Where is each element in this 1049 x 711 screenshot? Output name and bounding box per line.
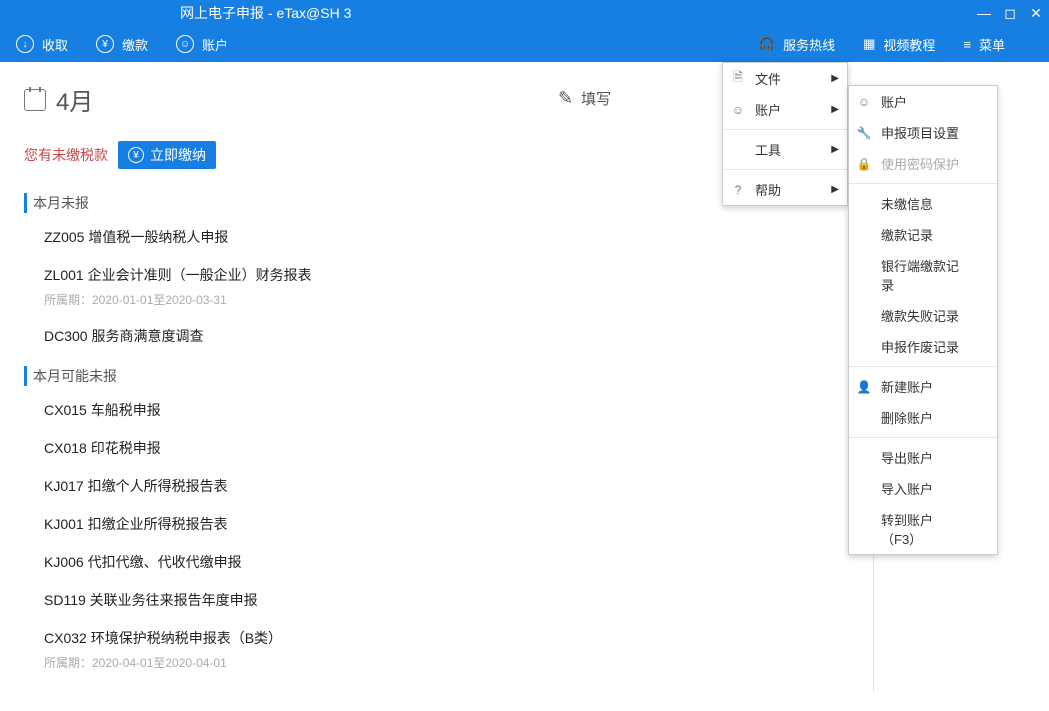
main-toolbar: ↓ 收取 ¥ 缴款 ☺ 账户 🎧 服务热线 ▦ 视频教程 ≡ 菜单 bbox=[0, 26, 1049, 62]
window-title: 网上电子申报 - eTax@SH 3 bbox=[180, 3, 351, 23]
download-icon: ↓ bbox=[16, 35, 34, 53]
close-button[interactable]: ✕ bbox=[1023, 0, 1049, 26]
submenu-import-account[interactable]: 导入账户 bbox=[849, 473, 997, 504]
item-name: KJ006 代扣代缴、代收代缴申报 bbox=[44, 552, 865, 572]
submenu-bank-record[interactable]: 银行端缴款记录 bbox=[849, 250, 997, 300]
item-name: KJ001 扣缴企业所得税报告表 bbox=[44, 514, 865, 534]
pay-label: 缴款 bbox=[122, 35, 148, 54]
menu-tools[interactable]: 工具▶ bbox=[723, 134, 847, 165]
main-menu-popup: 🗎文件▶ ☺账户▶ 工具▶ ?帮助▶ bbox=[722, 62, 848, 206]
item-name: KJ017 扣缴个人所得税报告表 bbox=[44, 476, 865, 496]
submenu-export-account[interactable]: 导出账户 bbox=[849, 442, 997, 473]
item-name: DC300 服务商满意度调查 bbox=[44, 326, 865, 346]
menu-account[interactable]: ☺账户▶ bbox=[723, 94, 847, 125]
list-item[interactable]: ZL001 企业会计准则（一般企业）财务报表所属期：2020-01-01至202… bbox=[44, 265, 865, 308]
maximize-button[interactable]: ◻ bbox=[997, 0, 1023, 26]
grid-icon: ▦ bbox=[863, 36, 875, 52]
submenu-pay-record[interactable]: 缴款记录 bbox=[849, 219, 997, 250]
pay-button[interactable]: ¥ 缴款 bbox=[96, 35, 148, 54]
submenu-new-account[interactable]: 👤新建账户 bbox=[849, 371, 997, 402]
item-name: SD119 关联业务往来报告年度申报 bbox=[44, 590, 865, 610]
submenu-unpaid[interactable]: 未缴信息 bbox=[849, 188, 997, 219]
pay-now-button[interactable]: ¥ 立即缴纳 bbox=[118, 141, 216, 169]
submenu-settings[interactable]: 🔧申报项目设置 bbox=[849, 117, 997, 148]
edit-icon: ✎ bbox=[558, 88, 573, 109]
list-item[interactable]: SD119 关联业务往来报告年度申报 bbox=[44, 590, 865, 610]
account-submenu: ☺账户 🔧申报项目设置 🔒使用密码保护 未缴信息 缴款记录 银行端缴款记录 缴款… bbox=[848, 85, 998, 555]
item-name: ZZ005 增值税一般纳税人申报 bbox=[44, 227, 865, 247]
list-item[interactable]: ZZ005 增值税一般纳税人申报 bbox=[44, 227, 865, 247]
minimize-button[interactable]: — bbox=[971, 0, 997, 26]
list-item[interactable]: CX015 车船税申报 bbox=[44, 400, 865, 420]
hotline-button[interactable]: 🎧 服务热线 bbox=[759, 35, 835, 54]
item-name: CX015 车船税申报 bbox=[44, 400, 865, 420]
section-maybe: 本月可能未报 CX015 车船税申报 CX018 印花税申报 KJ017 扣缴个人所… bbox=[24, 366, 865, 671]
item-name: CX018 印花税申报 bbox=[44, 438, 865, 458]
item-period: 所属期：2020-01-01至2020-03-31 bbox=[44, 291, 865, 308]
item-period: 所属期：2020-04-01至2020-04-01 bbox=[44, 654, 865, 671]
yen-icon: ¥ bbox=[128, 147, 144, 163]
submenu-account[interactable]: ☺账户 bbox=[849, 86, 997, 117]
hotline-label: 服务热线 bbox=[783, 35, 835, 54]
titlebar: 网上电子申报 - eTax@SH 3 — ◻ ✕ bbox=[0, 0, 1049, 26]
item-name: CX032 环境保护税纳税申报表（B类） bbox=[44, 628, 865, 648]
list-item[interactable]: KJ006 代扣代缴、代收代缴申报 bbox=[44, 552, 865, 572]
fill-label: 填写 bbox=[581, 88, 611, 109]
list-item[interactable]: CX018 印花税申报 bbox=[44, 438, 865, 458]
video-button[interactable]: ▦ 视频教程 bbox=[863, 35, 935, 54]
list-item[interactable]: DC300 服务商满意度调查 bbox=[44, 326, 865, 346]
lock-icon: 🔒 bbox=[857, 157, 871, 171]
item-name: ZL001 企业会计准则（一般企业）财务报表 bbox=[44, 265, 865, 285]
section-unreported: 本月未报 ZZ005 增值税一般纳税人申报ZL001 企业会计准则（一般企业）财… bbox=[24, 193, 865, 346]
file-icon: 🗎 bbox=[731, 72, 745, 86]
submenu-password: 🔒使用密码保护 bbox=[849, 148, 997, 179]
user-icon: ☺ bbox=[857, 95, 871, 109]
window-buttons: — ◻ ✕ bbox=[971, 0, 1049, 26]
account-button[interactable]: ☺ 账户 bbox=[176, 35, 228, 54]
headset-icon: 🎧 bbox=[759, 36, 775, 52]
yen-icon: ¥ bbox=[96, 35, 114, 53]
month-selector[interactable]: 4月 bbox=[24, 82, 93, 117]
list-item[interactable]: KJ017 扣缴个人所得税报告表 bbox=[44, 476, 865, 496]
receive-label: 收取 bbox=[42, 35, 68, 54]
list-item[interactable]: KJ001 扣缴企业所得税报告表 bbox=[44, 514, 865, 534]
wrench-icon: 🔧 bbox=[857, 126, 871, 140]
hamburger-icon: ≡ bbox=[963, 37, 971, 52]
user-icon: ☺ bbox=[176, 35, 194, 53]
fill-button[interactable]: ✎ 填写 bbox=[558, 88, 611, 109]
list-item[interactable]: CX032 环境保护税纳税申报表（B类） 所属期：2020-04-01至2020-… bbox=[44, 628, 865, 671]
menu-button[interactable]: ≡ 菜单 bbox=[963, 35, 1005, 54]
receive-button[interactable]: ↓ 收取 bbox=[16, 35, 68, 54]
video-label: 视频教程 bbox=[883, 35, 935, 54]
submenu-void-record[interactable]: 申报作废记录 bbox=[849, 331, 997, 362]
user-icon: ☺ bbox=[731, 103, 745, 117]
menu-file[interactable]: 🗎文件▶ bbox=[723, 63, 847, 94]
section-title: 本月可能未报 bbox=[24, 366, 865, 386]
help-icon: ? bbox=[731, 183, 745, 197]
menu-help[interactable]: ?帮助▶ bbox=[723, 174, 847, 205]
month-text: 4月 bbox=[56, 82, 93, 117]
submenu-fail-record[interactable]: 缴款失败记录 bbox=[849, 300, 997, 331]
account-label: 账户 bbox=[202, 35, 228, 54]
pay-now-label: 立即缴纳 bbox=[150, 145, 206, 165]
user-plus-icon: 👤 bbox=[857, 380, 871, 394]
submenu-del-account[interactable]: 删除账户 bbox=[849, 402, 997, 433]
submenu-switch-account[interactable]: 转到账户（F3） bbox=[849, 504, 997, 554]
unpaid-text: 您有未缴税款 bbox=[24, 145, 108, 165]
menu-label: 菜单 bbox=[979, 35, 1005, 54]
calendar-icon bbox=[24, 89, 46, 111]
